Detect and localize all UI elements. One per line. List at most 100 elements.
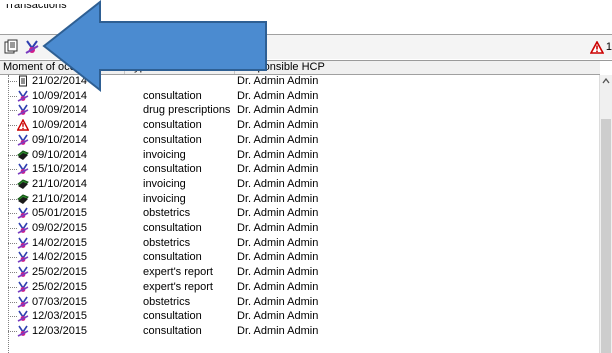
cell-type: invoicing <box>143 148 186 161</box>
document-icon <box>19 75 27 87</box>
cell-type: expert's report <box>143 280 213 293</box>
cell-date: 21/10/2014 <box>32 177 88 190</box>
table-row[interactable]: 14/02/2015 consultation Dr. Admin Admin <box>0 251 600 263</box>
scrollbar-thumb[interactable] <box>601 119 611 353</box>
tree-branch <box>8 272 17 274</box>
invoice-icon <box>17 149 29 160</box>
stethoscope-icon <box>17 222 29 234</box>
alert-count: 1 <box>605 41 612 53</box>
vertical-scrollbar[interactable] <box>599 75 612 353</box>
cell-date: 25/02/2015 <box>32 266 88 279</box>
stethoscope-icon <box>17 163 29 175</box>
cell-date: 14/02/2015 <box>32 236 88 249</box>
tree-branch <box>8 286 17 288</box>
tree-branch <box>8 139 17 141</box>
cell-type: obstetrics <box>143 207 191 220</box>
cell-type: invoicing <box>143 192 186 205</box>
cell-hcp: Dr. Admin Admin <box>237 133 319 146</box>
cell-type: consultation <box>143 119 202 132</box>
table-row[interactable]: 09/02/2015 consultation Dr. Admin Admin <box>0 222 600 234</box>
table-row[interactable]: 07/03/2015 obstetrics Dr. Admin Admin <box>0 296 600 308</box>
cell-hcp: Dr. Admin Admin <box>237 119 319 132</box>
cell-date: 14/02/2015 <box>32 251 88 264</box>
stethoscope-icon <box>17 104 29 117</box>
table-row[interactable]: 25/02/2015 expert's report Dr. Admin Admin <box>0 266 600 278</box>
cell-hcp: Dr. Admin Admin <box>237 310 319 323</box>
stethoscope-icon <box>17 325 29 337</box>
cell-type: consultation <box>143 163 202 176</box>
table-row[interactable]: 25/02/2015 expert's report Dr. Admin Admin <box>0 281 600 293</box>
table-row[interactable]: 21/10/2014 invoicing Dr. Admin Admin <box>0 193 600 205</box>
stethoscope-icon <box>17 134 29 146</box>
stethoscope-icon <box>17 266 29 278</box>
cell-hcp: Dr. Admin Admin <box>237 222 319 234</box>
table-row[interactable]: 12/03/2015 consultation Dr. Admin Admin <box>0 310 600 322</box>
cell-type: invoicing <box>143 177 186 190</box>
tree-branch <box>8 169 17 171</box>
cell-hcp: Dr. Admin Admin <box>237 266 319 279</box>
cell-date: 15/10/2014 <box>32 163 88 176</box>
stethoscope-icon <box>17 296 29 308</box>
cell-hcp: Dr. Admin Admin <box>237 163 319 176</box>
tree-branch <box>8 242 17 244</box>
stethoscope-icon <box>17 310 29 322</box>
cell-hcp: Dr. Admin Admin <box>237 192 319 205</box>
cell-date: 09/10/2014 <box>32 148 88 161</box>
documents-icon[interactable] <box>4 39 20 55</box>
tree-branch <box>8 95 17 97</box>
stethoscope-icon <box>17 281 29 293</box>
cell-date: 12/03/2015 <box>32 310 88 323</box>
cell-type: obstetrics <box>143 236 191 249</box>
cell-type: consultation <box>143 133 202 146</box>
cell-hcp: Dr. Admin Admin <box>237 280 319 293</box>
cell-hcp: Dr. Admin Admin <box>237 324 319 337</box>
cell-date: 09/10/2014 <box>32 133 88 146</box>
cell-type: consultation <box>143 222 202 234</box>
table-row[interactable]: 09/10/2014 consultation Dr. Admin Admin <box>0 134 600 146</box>
warning-icon <box>17 119 29 131</box>
cell-hcp: Dr. Admin Admin <box>237 207 319 220</box>
tree-branch <box>8 228 17 229</box>
transactions-list: 21/02/2014 Dr. Admin Admin 10/09/2014 consu… <box>0 75 600 353</box>
tree-branch <box>8 316 17 318</box>
tree-branch <box>8 110 17 112</box>
cell-hcp: Dr. Admin Admin <box>237 251 319 264</box>
scroll-up-icon[interactable] <box>602 78 610 84</box>
cell-date: 12/03/2015 <box>32 324 88 337</box>
warning-icon <box>589 40 604 54</box>
cell-date: 21/10/2014 <box>32 192 88 205</box>
tree-branch <box>8 198 17 200</box>
cell-date: 09/02/2015 <box>32 222 88 234</box>
cell-date: 07/03/2015 <box>32 295 88 308</box>
table-row[interactable]: 12/03/2015 consultation Dr. Admin Admin <box>0 325 600 337</box>
stethoscope-icon[interactable] <box>24 39 40 55</box>
cell-type: consultation <box>143 310 202 323</box>
tree-branch <box>8 213 17 215</box>
invoice-icon <box>17 194 29 204</box>
tree-branch <box>8 257 17 259</box>
tree-branch <box>8 81 17 82</box>
table-row[interactable]: 21/10/2014 invoicing Dr. Admin Admin <box>0 178 600 190</box>
stethoscope-icon <box>17 237 29 249</box>
column-header-hcp[interactable]: Responsible HCP <box>235 61 600 74</box>
alert-indicator[interactable]: 1 <box>589 39 612 55</box>
cell-hcp: Dr. Admin Admin <box>237 177 319 190</box>
stethoscope-icon <box>17 90 29 102</box>
cell-type: obstetrics <box>143 295 191 308</box>
table-row[interactable]: 15/10/2014 consultation Dr. Admin Admin <box>0 163 600 175</box>
cell-hcp: Dr. Admin Admin <box>237 148 319 161</box>
tree-branch <box>8 154 17 156</box>
stethoscope-icon <box>17 251 29 264</box>
cell-hcp: Dr. Admin Admin <box>237 295 319 308</box>
tree-branch <box>8 125 17 127</box>
table-row[interactable]: 10/09/2014 consultation Dr. Admin Admin <box>0 119 600 131</box>
cell-type: consultation <box>143 251 202 264</box>
cell-date: 25/02/2015 <box>32 280 88 293</box>
table-row[interactable]: 14/02/2015 obstetrics Dr. Admin Admin <box>0 237 600 249</box>
table-row[interactable]: 05/01/2015 obstetrics Dr. Admin Admin <box>0 207 600 219</box>
cell-date: 05/01/2015 <box>32 207 88 220</box>
tree-branch <box>8 183 17 185</box>
tree-branch <box>8 330 17 332</box>
arrow-annotation-icon <box>42 0 267 93</box>
table-row[interactable]: 09/10/2014 invoicing Dr. Admin Admin <box>0 149 600 161</box>
